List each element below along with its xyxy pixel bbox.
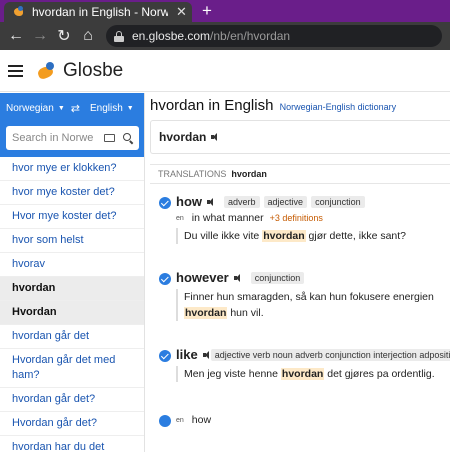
list-item[interactable]: Hvordan går det med ham? [0, 349, 144, 388]
home-icon[interactable]: ⌂ [76, 27, 100, 45]
example-highlight: hvordan [184, 307, 228, 319]
term-row: how adverb adjective conjunction [176, 194, 450, 209]
back-arrow-icon[interactable]: ← [4, 27, 28, 45]
list-item[interactable]: hvordan har du det [0, 436, 144, 452]
lock-icon[interactable] [114, 30, 124, 42]
forward-arrow-icon[interactable]: → [28, 27, 52, 45]
browser-toolbar: ← → ↻ ⌂ en.glosbe.com/nb/en/hvordan [0, 22, 450, 50]
page-title-text: hvordan in English [150, 97, 274, 114]
new-tab-icon[interactable]: + [202, 1, 212, 21]
speaker-icon[interactable] [207, 197, 216, 206]
translations-word: hvordan [231, 169, 267, 179]
verified-check-icon [159, 197, 171, 209]
translation-term[interactable]: how [192, 414, 211, 426]
example-highlight: hvordan [280, 368, 325, 380]
headword-card: hvordan [150, 120, 450, 154]
list-item[interactable]: Hvor mye koster det? [0, 205, 144, 229]
sidebar: Norwegian ▼ ⇄ English ▼ hvor mye er klok… [0, 93, 145, 452]
chevron-down-icon[interactable]: ▼ [58, 105, 65, 112]
example-text: Finner hun smaragden, så kan hun fokuser… [184, 291, 434, 303]
url-path: /nb/en/hvordan [210, 29, 291, 43]
site-header: Glosbe [0, 50, 450, 92]
definition-row: en how [176, 414, 450, 426]
language-code: en [176, 214, 184, 222]
bullet-icon [159, 415, 171, 427]
speaker-icon[interactable] [211, 133, 220, 141]
browser-tab-bar: hvordan in English - Norwegian-E ✕ + [0, 0, 450, 22]
pos-tag: conjunction [250, 271, 305, 284]
translation-term[interactable]: like [176, 347, 198, 362]
address-bar[interactable]: en.glosbe.com/nb/en/hvordan [106, 25, 442, 47]
glosbe-bird-icon [37, 61, 57, 81]
glosbe-logo[interactable]: Glosbe [37, 60, 123, 82]
swap-languages-icon[interactable]: ⇄ [71, 102, 80, 115]
verified-check-icon [159, 350, 171, 362]
menu-icon[interactable] [8, 64, 23, 77]
pos-tag: adjective verb noun adverb conjunction i… [210, 348, 450, 361]
translation-entry: however conjunction Finner hun smaragden… [150, 270, 450, 321]
search-icon[interactable] [123, 133, 133, 143]
logo-text: Glosbe [63, 59, 124, 81]
related-phrases-list: hvor mye er klokken? hvor mye koster det… [0, 157, 144, 452]
example-sentence: Men jeg viste henne hvordan det gjøres p… [176, 366, 450, 382]
pos-tag: adverb [224, 195, 260, 208]
list-item-active[interactable]: hvordan [0, 277, 144, 301]
term-row: like adjective verb noun adverb conjunct… [176, 347, 450, 362]
more-definitions-link[interactable]: +3 definitions [270, 213, 323, 223]
translation-entry: like adjective verb noun adverb conjunct… [150, 347, 450, 382]
browser-tab[interactable]: hvordan in English - Norwegian-E ✕ [4, 2, 192, 22]
term-row: however conjunction [176, 270, 450, 285]
language-code: en [176, 416, 184, 424]
list-item[interactable]: Hvordan går det? [0, 412, 144, 436]
example-text: Men jeg viste henne [184, 368, 281, 380]
keyboard-icon[interactable] [104, 134, 115, 142]
language-selector: Norwegian ▼ ⇄ English ▼ [0, 93, 144, 123]
list-item[interactable]: hvorav [0, 253, 144, 277]
pos-tag: adjective [263, 195, 308, 208]
list-item[interactable]: hvor mye koster det? [0, 181, 144, 205]
verified-check-icon [159, 273, 171, 285]
headword: hvordan [159, 130, 207, 144]
list-item-active[interactable]: Hvordan [0, 301, 144, 325]
example-text: gjør dette, ikke sant? [305, 230, 407, 242]
pos-tag: conjunction [311, 195, 365, 208]
chevron-down-icon[interactable]: ▼ [127, 105, 134, 112]
translation-term[interactable]: however [176, 270, 229, 285]
close-tab-icon[interactable]: ✕ [176, 4, 187, 20]
translations-header: TRANSLATIONS hvordan [150, 164, 450, 184]
glosbe-favicon-icon [12, 5, 26, 19]
list-item[interactable]: hvor som helst [0, 229, 144, 253]
target-language-select[interactable]: English [90, 103, 123, 114]
list-item[interactable]: hvordan går det? [0, 388, 144, 412]
example-sentence: Finner hun smaragden, så kan hun fokuser… [176, 289, 450, 321]
list-item[interactable]: hvor mye er klokken? [0, 157, 144, 181]
search-box [6, 126, 139, 150]
translations-label: TRANSLATIONS [158, 169, 227, 179]
dictionary-link[interactable]: Norwegian-English dictionary [280, 102, 397, 112]
source-language-select[interactable]: Norwegian [6, 103, 54, 114]
definition-row: en in what manner +3 definitions [176, 212, 450, 224]
sidebar-search [0, 123, 144, 157]
example-text: hun vil. [227, 307, 264, 319]
page-title: hvordan in English Norwegian-English dic… [150, 93, 450, 114]
url-domain: en.glosbe.com [132, 29, 211, 43]
search-input[interactable] [12, 132, 100, 144]
tab-title: hvordan in English - Norwegian-E [32, 5, 168, 19]
translation-term[interactable]: how [176, 194, 202, 209]
translation-entry: en how [150, 414, 450, 427]
main-content: hvordan in English Norwegian-English dic… [150, 93, 450, 452]
example-sentence: Du ville ikke vite hvordan gjør dette, i… [176, 228, 450, 244]
list-item[interactable]: hvordan går det [0, 325, 144, 349]
translation-entry: how adverb adjective conjunction en in w… [150, 194, 450, 244]
speaker-icon[interactable] [233, 273, 243, 282]
example-text: det gjøres pa ordentlig. [324, 368, 435, 380]
example-highlight: hvordan [262, 230, 306, 242]
example-text: Du ville ikke vite [184, 230, 263, 242]
reload-icon[interactable]: ↻ [52, 26, 76, 46]
definition-text: in what manner [191, 212, 264, 224]
